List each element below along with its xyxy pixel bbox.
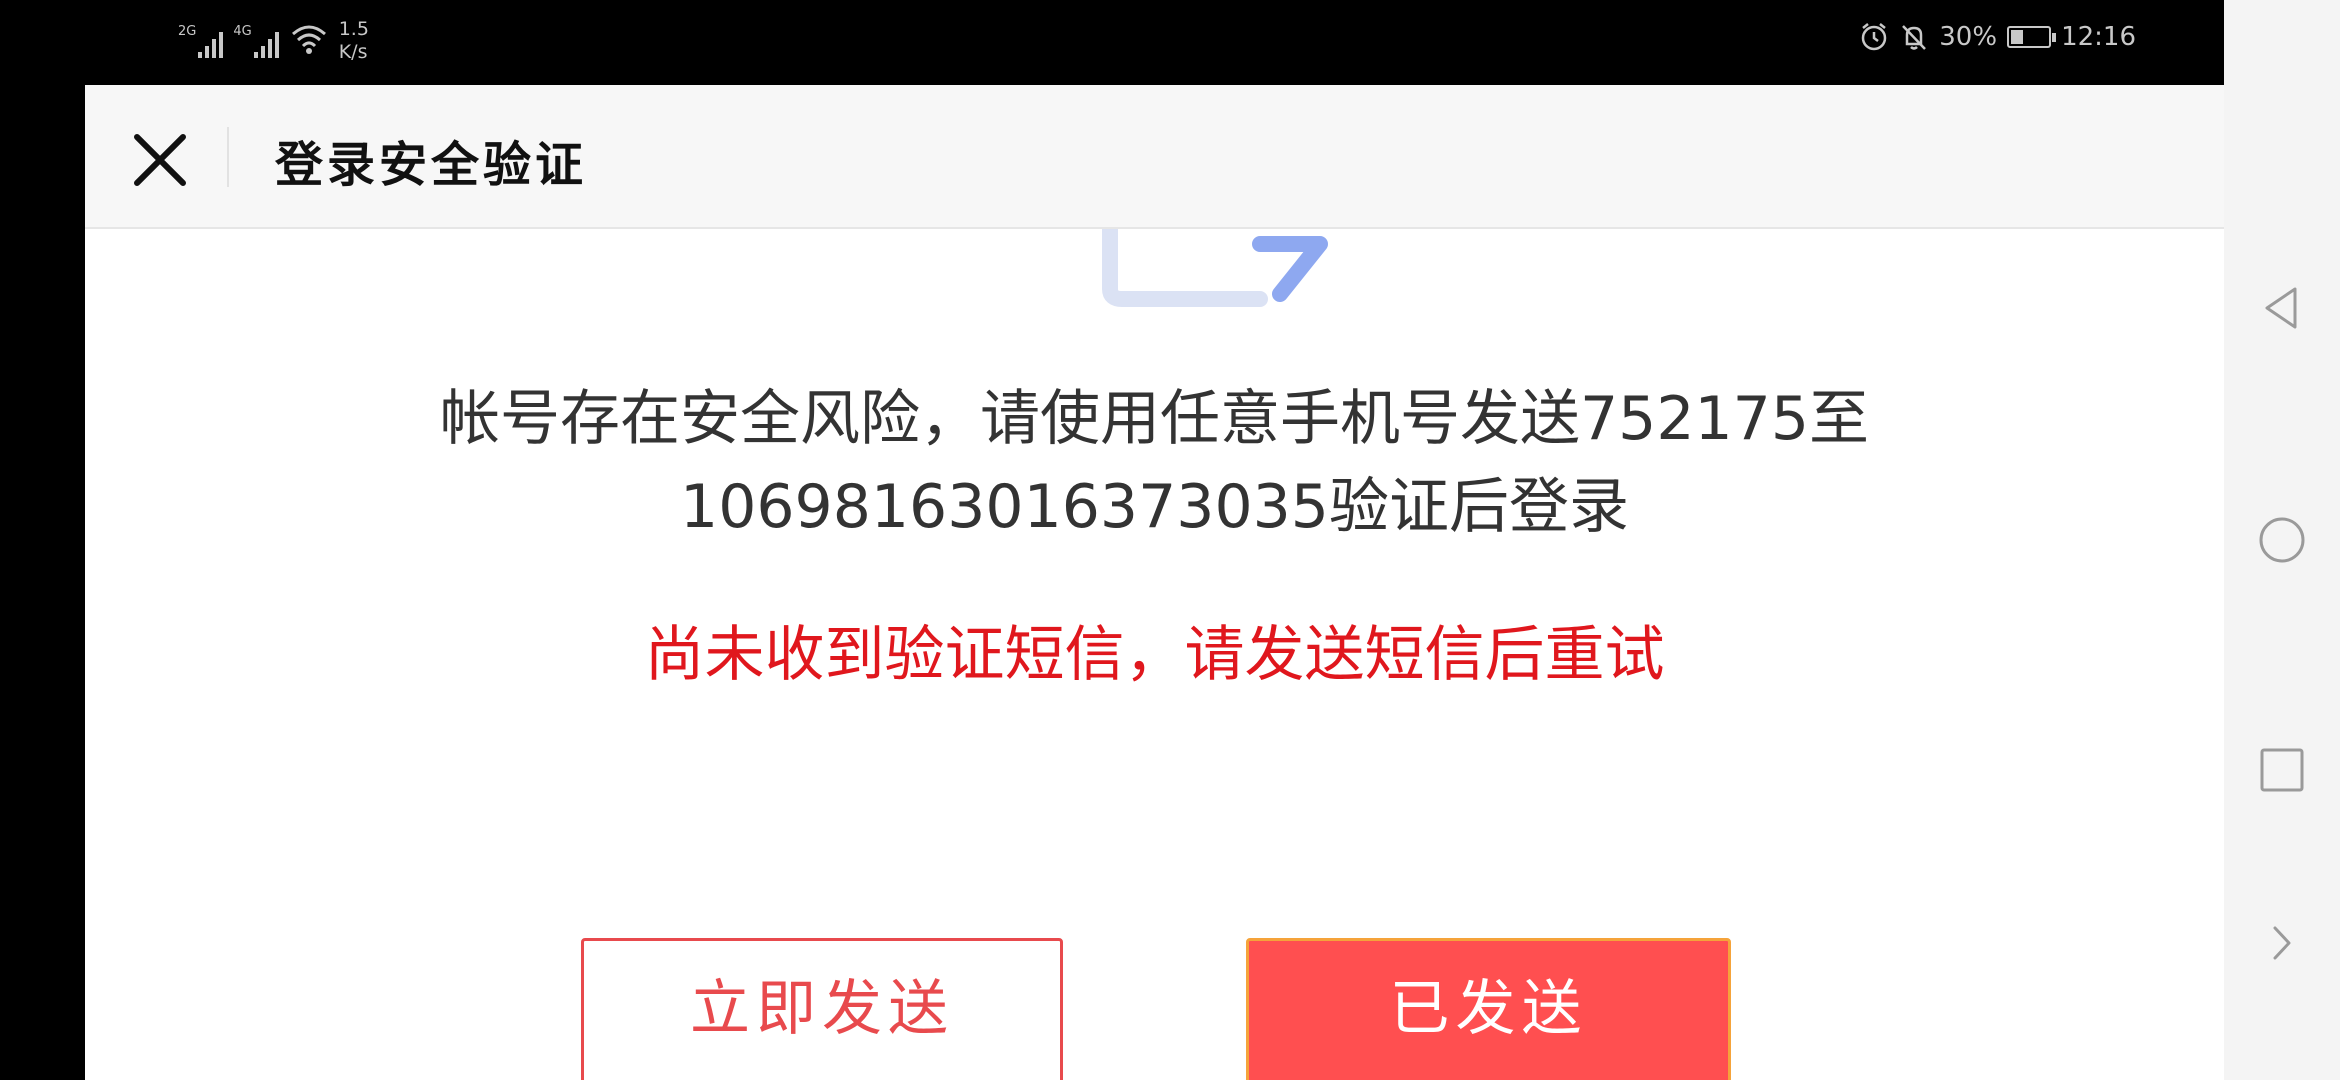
status-bar: 2G 4G 1.5 K/s 30% 12:16 [0, 0, 2224, 85]
battery-charging-icon [2007, 26, 2057, 48]
sim2-network-tag: 4G [233, 24, 252, 39]
status-left: 2G 4G 1.5 K/s [178, 18, 369, 64]
close-icon[interactable] [125, 125, 195, 195]
back-triangle-icon[interactable] [2257, 283, 2307, 333]
status-right: 30% 12:16 [1859, 22, 2136, 52]
expand-chevron-icon[interactable] [2257, 918, 2307, 968]
risk-message: 帐号存在安全风险，请使用任意手机号发送752175至 1069816301637… [85, 375, 2224, 551]
risk-message-line2: 10698163016373035验证后登录 [680, 472, 1629, 542]
mute-icon [1902, 25, 1927, 50]
network-speed-value: 1.5 [338, 18, 369, 40]
network-speed: 1.5 K/s [339, 18, 369, 64]
title-divider [227, 127, 229, 187]
signal-icon [253, 28, 279, 58]
sms-not-received-warning: 尚未收到验证短信，请发送短信后重试 [644, 620, 1665, 690]
page-title: 登录安全验证 [275, 137, 588, 193]
title-bar: 登录安全验证 [85, 85, 2224, 229]
battery-percent: 30% [1939, 22, 1998, 52]
risk-message-line1: 帐号存在安全风险，请使用任意手机号发送752175至 [439, 384, 1870, 454]
sim2-signal: 4G [233, 18, 279, 58]
wifi-icon [291, 25, 326, 54]
sim1-network-tag: 2G [178, 24, 197, 39]
send-sms-illustration [1102, 229, 1328, 307]
signal-icon [198, 28, 224, 58]
login-verification-page: 登录安全验证 帐号存在安全风险，请使用任意手机号发送752175至 106981… [85, 85, 2224, 1080]
send-now-button[interactable]: 立即发送 [581, 938, 1063, 1080]
sim1-signal: 2G [178, 18, 224, 58]
network-speed-unit: K/s [338, 41, 368, 63]
recents-square-icon[interactable] [2257, 745, 2307, 795]
system-nav-bar [2224, 0, 2340, 1080]
alarm-icon [1862, 23, 1887, 51]
clock: 12:16 [2061, 22, 2136, 52]
home-circle-icon[interactable] [2257, 515, 2307, 565]
already-sent-button[interactable]: 已发送 [1246, 938, 1731, 1080]
